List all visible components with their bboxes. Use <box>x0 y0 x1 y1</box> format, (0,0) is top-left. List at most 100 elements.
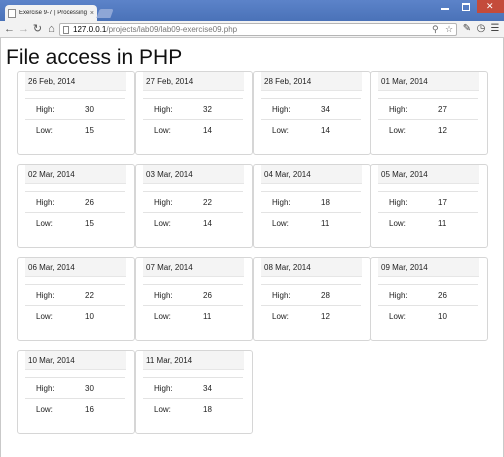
forecast-date: 02 Mar, 2014 <box>25 165 126 184</box>
forecast-date: 05 Mar, 2014 <box>378 165 479 184</box>
forecast-high-value: 27 <box>438 105 447 114</box>
forecast-high-row: High: 22 <box>25 284 125 306</box>
forecast-low-row: Low: 11 <box>261 212 361 234</box>
forecast-high-label: High: <box>36 105 55 114</box>
browser-toolbar: ← → ↻ ⌂ 127.0.0.1 /projects/lab09/lab09-… <box>0 21 504 38</box>
forecast-low-value: 11 <box>203 312 212 321</box>
forecast-high-value: 34 <box>203 384 212 393</box>
forward-arrow-icon[interactable]: → <box>17 22 30 36</box>
forecast-high-row: High: 34 <box>261 98 361 120</box>
forecast-high-row: High: 18 <box>261 191 361 213</box>
forecast-high-value: 30 <box>85 105 94 114</box>
forecast-low-label: Low: <box>154 405 171 414</box>
forecast-high-row: High: 17 <box>378 191 478 213</box>
forecast-low-label: Low: <box>154 219 171 228</box>
forecast-card: 28 Feb, 2014 High: 34 Low: 14 <box>253 71 371 155</box>
forecast-high-value: 26 <box>85 198 94 207</box>
forecast-high-row: High: 28 <box>261 284 361 306</box>
browser-tab[interactable]: Exercise 9-7 | Processing fil × <box>5 5 97 21</box>
new-tab-button[interactable] <box>96 9 114 18</box>
forecast-low-row: Low: 15 <box>25 119 125 141</box>
forecast-high-value: 26 <box>203 291 212 300</box>
forecast-low-label: Low: <box>272 219 289 228</box>
forecast-card: 05 Mar, 2014 High: 17 Low: 11 <box>370 164 488 248</box>
forecast-high-value: 30 <box>85 384 94 393</box>
page-title: File access in PHP <box>6 46 183 69</box>
forecast-card: 02 Mar, 2014 High: 26 Low: 15 <box>17 164 135 248</box>
forecast-low-label: Low: <box>36 405 53 414</box>
forecast-date: 28 Feb, 2014 <box>261 72 362 91</box>
forecast-date: 26 Feb, 2014 <box>25 72 126 91</box>
forecast-low-label: Low: <box>36 312 53 321</box>
history-clock-icon[interactable]: ◷ <box>476 23 486 35</box>
forecast-low-row: Low: 11 <box>143 305 243 327</box>
forecast-card: 09 Mar, 2014 High: 26 Low: 10 <box>370 257 488 341</box>
window-minimize-button[interactable] <box>435 0 455 13</box>
forecast-date: 08 Mar, 2014 <box>261 258 362 277</box>
forecast-date: 07 Mar, 2014 <box>143 258 244 277</box>
page-info-icon[interactable] <box>63 25 69 34</box>
reload-icon[interactable]: ↻ <box>31 22 44 36</box>
tab-title: Exercise 9-7 | Processing fil <box>19 10 88 16</box>
forecast-low-value: 18 <box>203 405 212 414</box>
menu-icon[interactable]: ☰ <box>490 23 500 35</box>
forecast-date: 10 Mar, 2014 <box>25 351 126 370</box>
forecast-high-label: High: <box>36 384 55 393</box>
forecast-high-value: 18 <box>321 198 330 207</box>
forecast-low-row: Low: 15 <box>25 212 125 234</box>
forecast-low-label: Low: <box>36 219 53 228</box>
forecast-low-row: Low: 12 <box>261 305 361 327</box>
forecast-high-row: High: 26 <box>25 191 125 213</box>
forecast-high-label: High: <box>389 105 408 114</box>
forecast-high-row: High: 32 <box>143 98 243 120</box>
forecast-high-row: High: 27 <box>378 98 478 120</box>
search-icon[interactable]: ⚲ <box>432 24 439 35</box>
forecast-low-label: Low: <box>272 126 289 135</box>
forecast-high-label: High: <box>154 291 173 300</box>
forecast-high-label: High: <box>36 291 55 300</box>
forecast-low-row: Low: 18 <box>143 398 243 420</box>
forecast-high-value: 32 <box>203 105 212 114</box>
bookmark-star-icon[interactable]: ☆ <box>445 24 453 35</box>
window-close-button[interactable] <box>477 0 504 13</box>
forecast-low-value: 15 <box>85 126 94 135</box>
forecast-low-label: Low: <box>389 312 406 321</box>
forecast-high-value: 22 <box>85 291 94 300</box>
forecast-low-label: Low: <box>389 126 406 135</box>
extension-pen-icon[interactable]: ✎ <box>462 23 472 35</box>
home-icon[interactable]: ⌂ <box>45 22 58 36</box>
forecast-low-value: 12 <box>321 312 330 321</box>
forecast-low-label: Low: <box>154 126 171 135</box>
forecast-low-value: 15 <box>85 219 94 228</box>
forecast-low-row: Low: 14 <box>261 119 361 141</box>
address-bar[interactable]: 127.0.0.1 /projects/lab09/lab09-exercise… <box>59 23 457 36</box>
forecast-high-value: 22 <box>203 198 212 207</box>
forecast-high-row: High: 30 <box>25 98 125 120</box>
forecast-low-value: 16 <box>85 405 94 414</box>
forecast-low-label: Low: <box>154 312 171 321</box>
forecast-high-label: High: <box>272 291 291 300</box>
tab-close-icon[interactable]: × <box>90 10 94 17</box>
window-maximize-button[interactable] <box>456 0 476 13</box>
forecast-low-row: Low: 10 <box>378 305 478 327</box>
forecast-low-row: Low: 11 <box>378 212 478 234</box>
forecast-high-label: High: <box>272 105 291 114</box>
forecast-date: 09 Mar, 2014 <box>378 258 479 277</box>
forecast-date: 27 Feb, 2014 <box>143 72 244 91</box>
forecast-high-row: High: 26 <box>143 284 243 306</box>
forecast-high-label: High: <box>389 198 408 207</box>
forecast-low-value: 14 <box>321 126 330 135</box>
forecast-card: 27 Feb, 2014 High: 32 Low: 14 <box>135 71 253 155</box>
page-favicon-icon <box>8 8 16 18</box>
forecast-low-row: Low: 16 <box>25 398 125 420</box>
forecast-high-value: 26 <box>438 291 447 300</box>
forecast-low-label: Low: <box>36 126 53 135</box>
forecast-low-row: Low: 14 <box>143 119 243 141</box>
forecast-low-value: 12 <box>438 126 447 135</box>
back-arrow-icon[interactable]: ← <box>3 22 16 36</box>
forecast-high-label: High: <box>389 291 408 300</box>
forecast-high-label: High: <box>154 384 173 393</box>
forecast-high-row: High: 22 <box>143 191 243 213</box>
forecast-card: 26 Feb, 2014 High: 30 Low: 15 <box>17 71 135 155</box>
forecast-low-value: 11 <box>321 219 330 228</box>
